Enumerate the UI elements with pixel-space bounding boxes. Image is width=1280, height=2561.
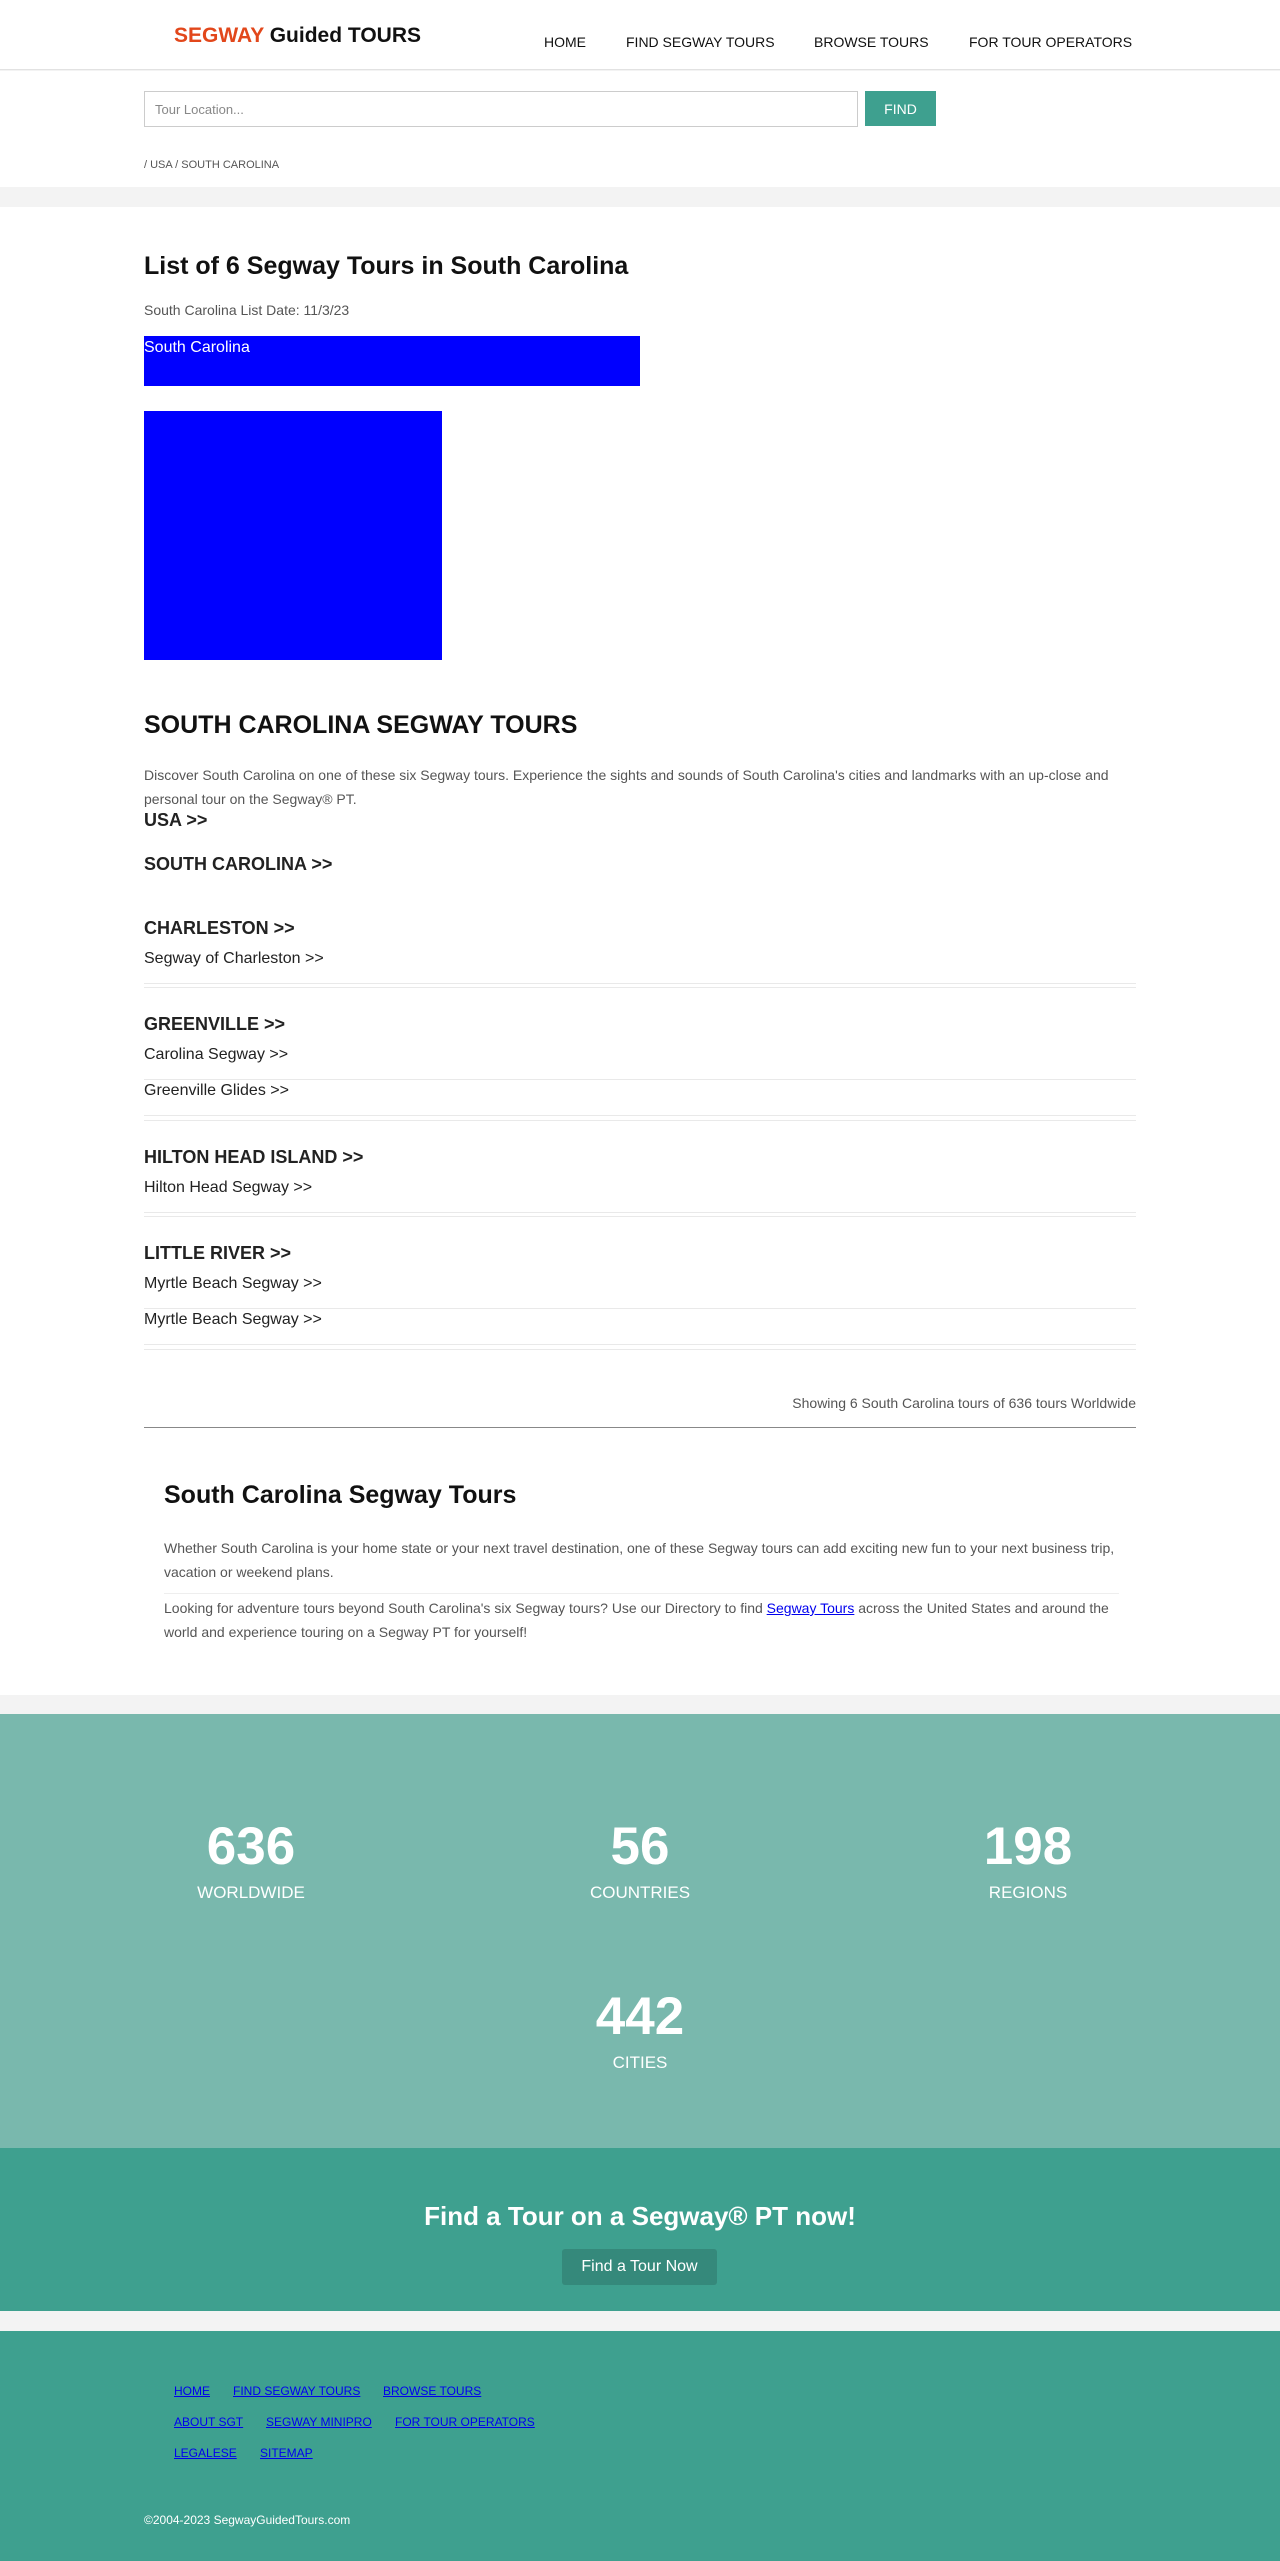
tour-link[interactable]: Segway of Charleston >>	[144, 949, 1136, 984]
footer-link-browse-tours[interactable]: BROWSE TOURS	[383, 2384, 481, 2398]
section-title: SOUTH CAROLINA SEGWAY TOURS	[144, 711, 578, 739]
page-title: List of 6 Segway Tours in South Carolina	[144, 252, 629, 280]
stat-label: WORLDWIDE	[197, 1883, 305, 1902]
stat-label: COUNTRIES	[589, 1883, 691, 1902]
divider	[144, 1216, 1136, 1217]
nav-find-segway-tours[interactable]: FIND SEGWAY TOURS	[626, 34, 775, 50]
state-map-image	[144, 411, 442, 660]
divider	[164, 1593, 1119, 1594]
footer-link-for-tour-operators[interactable]: FOR TOUR OPERATORS	[395, 2415, 535, 2429]
tour-link[interactable]: Greenville Glides >>	[144, 1081, 1136, 1116]
stat-value: 56	[610, 1817, 670, 1876]
site-header: SEGWAY Guided TOURS HOME FIND SEGWAY TOU…	[0, 0, 1280, 70]
stat-value: 636	[206, 1817, 296, 1876]
nav-for-tour-operators[interactable]: FOR TOUR OPERATORS	[969, 34, 1132, 50]
about-paragraph-2: Looking for adventure tours beyond South…	[164, 1596, 1119, 1644]
crumb-link-usa[interactable]: USA >>	[144, 810, 207, 831]
find-button[interactable]: FIND	[865, 91, 936, 126]
stat-countries: 56 COUNTRIES	[490, 1817, 790, 1903]
breadcrumb: / USA / SOUTH CAROLINA	[144, 159, 280, 171]
tour-link[interactable]: Myrtle Beach Segway >>	[144, 1310, 1136, 1345]
footer-link-about-sgt[interactable]: ABOUT SGT	[174, 2415, 243, 2429]
section-rule	[144, 1427, 1136, 1428]
tour-link[interactable]: Hilton Head Segway >>	[144, 1178, 1136, 1213]
about-title: South Carolina Segway Tours	[164, 1481, 517, 1509]
tour-location-input[interactable]	[144, 91, 858, 127]
list-date: South Carolina List Date: 11/3/23	[144, 302, 350, 318]
cta-band: Find a Tour on a Segway® PT now! Find a …	[0, 2148, 1280, 2311]
main-nav: HOME FIND SEGWAY TOURS BROWSE TOURS FOR …	[0, 34, 1280, 54]
copyright: ©2004-2023 SegwayGuidedTours.com	[144, 2513, 351, 2527]
search-strip: FIND / USA / SOUTH CAROLINA	[0, 71, 1280, 187]
tour-link[interactable]: Carolina Segway >>	[144, 1045, 1136, 1080]
find-a-tour-now-button[interactable]: Find a Tour Now	[562, 2249, 717, 2285]
stat-worldwide: 636 WORLDWIDE	[101, 1817, 401, 1903]
divider	[144, 987, 1136, 988]
footer-link-find-segway-tours[interactable]: FIND SEGWAY TOURS	[233, 2384, 360, 2398]
cta-title: Find a Tour on a Segway® PT now!	[424, 2201, 856, 2231]
tour-count-summary: Showing 6 South Carolina tours of 636 to…	[792, 1395, 1136, 1411]
main-content: List of 6 Segway Tours in South Carolina…	[0, 207, 1280, 1695]
site-footer: HOME FIND SEGWAY TOURS BROWSE TOURS ABOU…	[0, 2331, 1280, 2561]
intro-text: Discover South Carolina on one of these …	[144, 767, 1109, 807]
crumb-link-south-carolina[interactable]: SOUTH CAROLINA >>	[144, 854, 332, 875]
divider	[144, 1349, 1136, 1350]
about-p2-start: Looking for adventure tours beyond South…	[164, 1600, 767, 1616]
city-link-little-river[interactable]: LITTLE RIVER >>	[144, 1243, 291, 1264]
city-link-charleston[interactable]: CHARLESTON >>	[144, 918, 295, 939]
footer-link-legalese[interactable]: LEGALESE	[174, 2446, 237, 2460]
stat-value: 442	[595, 1987, 685, 2046]
city-link-hilton-head-island[interactable]: HILTON HEAD ISLAND >>	[144, 1147, 363, 1168]
stat-label: CITIES	[612, 2053, 668, 2072]
stat-label: REGIONS	[988, 1883, 1068, 1902]
nav-home[interactable]: HOME	[544, 34, 586, 50]
nav-browse-tours[interactable]: BROWSE TOURS	[814, 34, 929, 50]
stats-band: 636 WORLDWIDE 56 COUNTRIES 198 REGIONS 4…	[0, 1714, 1280, 2148]
tour-link[interactable]: Myrtle Beach Segway >>	[144, 1274, 1136, 1309]
state-map-banner: South Carolina	[144, 336, 640, 386]
stat-value: 198	[983, 1817, 1073, 1876]
footer-link-segway-minipro[interactable]: SEGWAY MINIPRO	[266, 2415, 372, 2429]
about-paragraph-1: Whether South Carolina is your home stat…	[164, 1540, 1115, 1580]
segway-tours-link[interactable]: Segway Tours	[767, 1600, 855, 1616]
footer-link-home[interactable]: HOME	[174, 2384, 210, 2398]
city-link-greenville[interactable]: GREENVILLE >>	[144, 1014, 285, 1035]
stat-regions: 198 REGIONS	[878, 1817, 1178, 1903]
divider	[144, 1120, 1136, 1121]
stat-cities: 442 CITIES	[490, 1987, 790, 2073]
footer-link-sitemap[interactable]: SITEMAP	[260, 2446, 313, 2460]
